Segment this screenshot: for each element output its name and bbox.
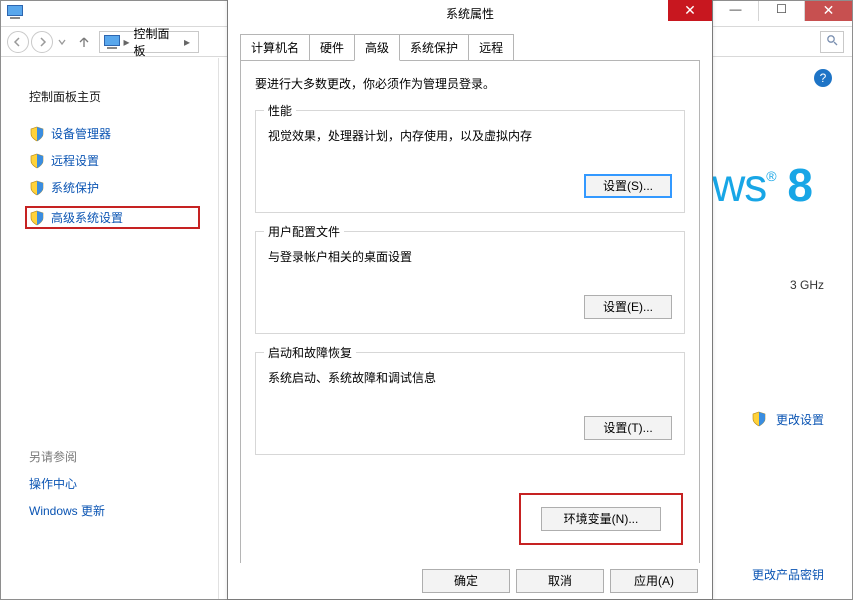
tab-remote[interactable]: 远程 — [468, 34, 514, 61]
group-user-profile: 用户配置文件 与登录帐户相关的桌面设置 设置(E)... — [255, 231, 685, 334]
address-bar[interactable]: ▸ 控制面板 ▸ — [99, 31, 199, 53]
group-desc-user-profile: 与登录帐户相关的桌面设置 — [268, 248, 672, 265]
recent-locations-button[interactable] — [55, 31, 69, 53]
cpu-ghz: 3 GHz — [790, 278, 824, 292]
search-box[interactable] — [820, 31, 844, 53]
breadcrumb-sep-icon: ▸ — [184, 35, 190, 49]
tab-hardware[interactable]: 硬件 — [309, 34, 355, 61]
sidebar-item-device-manager[interactable]: 设备管理器 — [29, 125, 200, 142]
sidebar-item-advanced-highlighted[interactable]: 高级系统设置 — [25, 206, 200, 229]
forward-button[interactable] — [31, 31, 53, 53]
sidebar-item-label: 设备管理器 — [51, 125, 111, 142]
close-button[interactable]: ✕ — [804, 1, 852, 21]
arrow-up-icon — [78, 36, 90, 48]
tab-page-advanced: 要进行大多数更改，你必须作为管理员登录。 性能 视觉效果，处理器计划，内存使用，… — [240, 60, 700, 584]
group-title-startup-recovery: 启动和故障恢复 — [264, 344, 356, 361]
breadcrumb-location[interactable]: 控制面板 — [134, 25, 180, 59]
system-icon — [7, 5, 23, 21]
see-also-heading: 另请参阅 — [29, 448, 105, 465]
search-icon — [826, 34, 838, 49]
sidebar-item-label: 高级系统设置 — [51, 209, 123, 226]
tabs: 计算机名 硬件 高级 系统保护 远程 — [240, 33, 712, 60]
shield-icon — [29, 126, 45, 142]
cancel-button[interactable]: 取消 — [516, 569, 604, 593]
arrow-left-icon — [13, 37, 23, 47]
performance-settings-button[interactable]: 设置(S)... — [584, 174, 672, 198]
group-desc-startup-recovery: 系统启动、系统故障和调试信息 — [268, 369, 672, 386]
admin-note: 要进行大多数更改，你必须作为管理员登录。 — [255, 75, 685, 92]
control-panel-home[interactable]: 控制面板主页 — [29, 88, 200, 105]
tab-advanced[interactable]: 高级 — [354, 34, 400, 61]
shield-icon — [29, 180, 45, 196]
ok-button[interactable]: 确定 — [422, 569, 510, 593]
link-windows-update[interactable]: Windows 更新 — [29, 502, 105, 519]
link-action-center[interactable]: 操作中心 — [29, 475, 105, 492]
startup-recovery-settings-button[interactable]: 设置(T)... — [584, 416, 672, 440]
shield-icon — [751, 411, 767, 427]
shield-icon — [29, 153, 45, 169]
breadcrumb-sep-icon: ▸ — [123, 35, 129, 49]
group-startup-recovery: 启动和故障恢复 系统启动、系统故障和调试信息 设置(T)... — [255, 352, 685, 455]
sidebar-item-remote[interactable]: 远程设置 — [29, 152, 200, 169]
shield-icon — [29, 210, 45, 226]
dialog-actions: 确定 取消 应用(A) — [228, 563, 712, 599]
change-product-key-link[interactable]: 更改产品密钥 — [752, 566, 824, 583]
environment-variables-button[interactable]: 环境变量(N)... — [541, 507, 661, 531]
sidebar-item-label: 远程设置 — [51, 152, 99, 169]
group-performance: 性能 视觉效果，处理器计划，内存使用，以及虚拟内存 设置(S)... — [255, 110, 685, 213]
change-settings-link[interactable]: 更改设置 — [751, 411, 824, 428]
back-button[interactable] — [7, 31, 29, 53]
group-desc-performance: 视觉效果，处理器计划，内存使用，以及虚拟内存 — [268, 127, 672, 144]
arrow-right-icon — [37, 37, 47, 47]
apply-button[interactable]: 应用(A) — [610, 569, 698, 593]
window-controls: — ☐ ✕ — [712, 1, 852, 21]
system-properties-dialog: 系统属性 ✕ 计算机名 硬件 高级 系统保护 远程 要进行大多数更改，你必须作为… — [227, 0, 713, 600]
group-title-performance: 性能 — [264, 102, 296, 119]
dialog-title: 系统属性 — [446, 5, 494, 22]
group-title-user-profile: 用户配置文件 — [264, 223, 344, 240]
minimize-button[interactable]: — — [712, 1, 758, 21]
tab-computer-name[interactable]: 计算机名 — [240, 34, 310, 61]
see-also-section: 另请参阅 操作中心 Windows 更新 — [29, 448, 105, 519]
left-pane: 控制面板主页 设备管理器 远程设置 系统保护 高级系统设置 另 — [1, 58, 219, 599]
user-profile-settings-button[interactable]: 设置(E)... — [584, 295, 672, 319]
computer-icon — [104, 35, 119, 49]
dialog-titlebar: 系统属性 ✕ — [228, 0, 712, 29]
maximize-button[interactable]: ☐ — [758, 1, 804, 21]
tab-protection[interactable]: 系统保护 — [399, 34, 469, 61]
up-button[interactable] — [73, 31, 95, 53]
sidebar-item-label: 系统保护 — [51, 179, 99, 196]
env-var-highlight: 环境变量(N)... — [519, 493, 683, 545]
dialog-close-button[interactable]: ✕ — [668, 0, 712, 21]
sidebar-item-protection[interactable]: 系统保护 — [29, 179, 200, 196]
chevron-down-icon — [58, 38, 66, 46]
windows-brand: ws® 8 — [712, 158, 812, 212]
